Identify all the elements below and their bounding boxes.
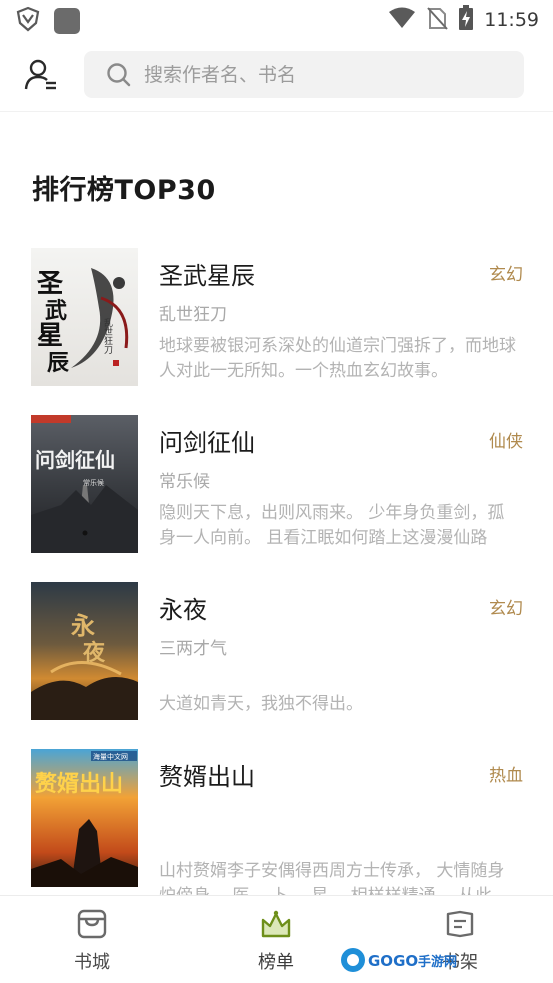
- book-cover[interactable]: 海量中文网 赘婿出山: [31, 749, 138, 887]
- svg-text:GOGO: GOGO: [368, 952, 418, 970]
- book-title[interactable]: 永夜: [159, 590, 207, 625]
- book-description: 隐则天下息，出则风雨来。 少年身负重剑，孤身一人向前。 且看江眠如何踏上这漫漫仙…: [159, 503, 505, 548]
- tab-label: 榜单: [258, 952, 294, 973]
- wifi-icon: [388, 7, 416, 33]
- profile-button[interactable]: [24, 58, 60, 92]
- store-icon: [77, 909, 107, 939]
- svg-text:问剑征仙: 问剑征仙: [35, 448, 115, 472]
- no-sim-icon: [426, 6, 448, 34]
- book-description: 地球要被银河系深处的仙道宗门强拆了，而地球人对此一无所知。一个热血玄幻故事。: [159, 336, 516, 381]
- search-icon: [106, 62, 132, 88]
- status-bar: 11:59: [0, 0, 553, 38]
- tab-bookstore[interactable]: 书城: [42, 908, 142, 974]
- bookshelf-icon: [446, 910, 474, 938]
- app-notification-icon: [54, 8, 80, 34]
- crown-icon: [261, 910, 291, 938]
- svg-text:永: 永: [71, 611, 95, 640]
- tab-ranking[interactable]: 榜单: [226, 908, 326, 974]
- book-description: 大道如青天，我独不得出。: [159, 694, 363, 714]
- battery-charging-icon: [458, 5, 474, 35]
- genre-tag: 仙侠: [489, 432, 523, 452]
- tab-label: 书城: [74, 952, 110, 973]
- book-cover[interactable]: 问剑征仙 常乐候: [31, 415, 138, 553]
- book-title[interactable]: 圣武星辰: [159, 256, 255, 291]
- search-input[interactable]: [144, 51, 504, 98]
- svg-text:赘婿出山: 赘婿出山: [34, 771, 123, 797]
- user-icon: [24, 59, 56, 90]
- genre-tag: 玄幻: [489, 599, 523, 619]
- shield-icon: [16, 6, 40, 36]
- book-item[interactable]: 圣 武 星 辰 乱世狂刀 圣武星辰 玄幻 乱世狂刀 地球要被银河系深处的仙道宗门…: [0, 248, 553, 415]
- ranking-list: 圣 武 星 辰 乱世狂刀 圣武星辰 玄幻 乱世狂刀 地球要被银河系深处的仙道宗门…: [0, 248, 553, 916]
- page-title: 排行榜TOP30: [32, 175, 216, 206]
- genre-tag: 热血: [489, 766, 523, 786]
- clock-time: 11:59: [484, 9, 539, 31]
- svg-text:夜: 夜: [82, 640, 106, 666]
- book-item[interactable]: 永 夜 永夜 玄幻 三两才气 大道如青天，我独不得出。: [0, 582, 553, 749]
- book-item[interactable]: 海量中文网 赘婿出山 赘婿出山 热血 山村赘婿李子安偶得西周方士传承， 大情随身…: [0, 749, 553, 916]
- svg-text:手游网: 手游网: [418, 954, 457, 970]
- top-header: [0, 38, 553, 112]
- watermark-logo: GOGO 手游网: [340, 943, 470, 977]
- svg-text:海量中文网: 海量中文网: [93, 752, 128, 761]
- svg-text:星: 星: [37, 321, 63, 351]
- svg-text:辰: 辰: [47, 350, 69, 376]
- book-title[interactable]: 问剑征仙: [159, 423, 255, 458]
- svg-text:乱世狂刀: 乱世狂刀: [102, 318, 113, 355]
- book-cover[interactable]: 圣 武 星 辰 乱世狂刀: [31, 248, 138, 386]
- book-cover[interactable]: 永 夜: [31, 582, 138, 720]
- book-author: 常乐候: [159, 472, 210, 492]
- book-author: 乱世狂刀: [159, 305, 227, 325]
- genre-tag: 玄幻: [489, 265, 523, 285]
- book-author: 三两才气: [159, 639, 227, 659]
- bottom-navigation: 书城 榜单 书架: [0, 895, 553, 983]
- search-bar[interactable]: [84, 51, 524, 98]
- svg-text:常乐候: 常乐候: [83, 478, 104, 487]
- book-title[interactable]: 赘婿出山: [159, 757, 255, 792]
- svg-text:圣: 圣: [37, 269, 64, 299]
- book-item[interactable]: 问剑征仙 常乐候 问剑征仙 仙侠 常乐候 隐则天下息，出则风雨来。 少年身负重剑…: [0, 415, 553, 582]
